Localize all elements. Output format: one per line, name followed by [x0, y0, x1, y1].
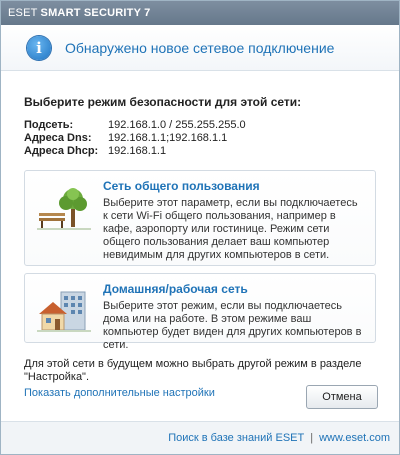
eset-website-link[interactable]: www.eset.com [319, 432, 390, 444]
home-work-network-description: Выберите этот режим, если вы подключаете… [103, 300, 362, 351]
show-more-settings-link[interactable]: Показать дополнительные настройки [24, 387, 215, 399]
bottom-bar: Поиск в базе знаний ESET | www.eset.com [1, 421, 399, 454]
app-title-product: SMART SECURITY 7 [40, 7, 151, 19]
future-settings-note: Для этой сети в будущем можно выбрать др… [24, 358, 362, 383]
dns-value: 192.168.1.1;192.168.1.1 [108, 132, 228, 144]
dhcp-value: 192.168.1.1 [108, 145, 167, 157]
info-icon: i [27, 35, 51, 60]
dialog-header: i Обнаружено новое сетевое подключение [1, 25, 399, 71]
cancel-button[interactable]: Отмена [306, 385, 378, 409]
network-info-row: Адреса Dns: 192.168.1.1;192.168.1.1 [24, 132, 376, 145]
dialog-content: Выберите режим безопасности для этой сет… [1, 71, 399, 399]
dhcp-label: Адреса Dhcp: [24, 145, 99, 157]
public-network-text: Сеть общего пользования Выберите этот па… [103, 179, 365, 261]
public-network-title: Сеть общего пользования [103, 179, 260, 193]
section-title: Выберите режим безопасности для этой сет… [24, 95, 302, 109]
app-title-brand: ESET [8, 7, 38, 19]
dns-label: Адреса Dns: [24, 132, 92, 144]
subnet-label: Подсеть: [24, 119, 74, 131]
knowledge-base-link[interactable]: Поиск в базе знаний ESET [168, 432, 304, 444]
network-info-row: Адреса Dhcp: 192.168.1.1 [24, 145, 376, 158]
public-network-description: Выберите этот параметр, если вы подключа… [103, 197, 358, 261]
public-network-option[interactable]: Сеть общего пользования Выберите этот па… [24, 170, 376, 266]
dialog-title: Обнаружено новое сетевое подключение [65, 39, 335, 56]
park-bench-tree-icon [37, 185, 91, 231]
house-office-icon [37, 288, 91, 334]
subnet-value: 192.168.1.0 / 255.255.255.0 [108, 119, 246, 131]
home-work-network-option[interactable]: Домашняя/рабочая сеть Выберите этот режи… [24, 273, 376, 351]
title-bar: ESET SMART SECURITY 7 [1, 1, 399, 25]
home-work-network-text: Домашняя/рабочая сеть Выберите этот режи… [103, 282, 365, 351]
link-separator: | [310, 432, 314, 444]
dialog-window: ESET SMART SECURITY 7 i Обнаружено новое… [0, 0, 400, 455]
home-work-network-title: Домашняя/рабочая сеть [103, 282, 248, 296]
network-info-row: Подсеть: 192.168.1.0 / 255.255.255.0 [24, 119, 376, 132]
network-info: Подсеть: 192.168.1.0 / 255.255.255.0 Адр… [24, 119, 376, 158]
